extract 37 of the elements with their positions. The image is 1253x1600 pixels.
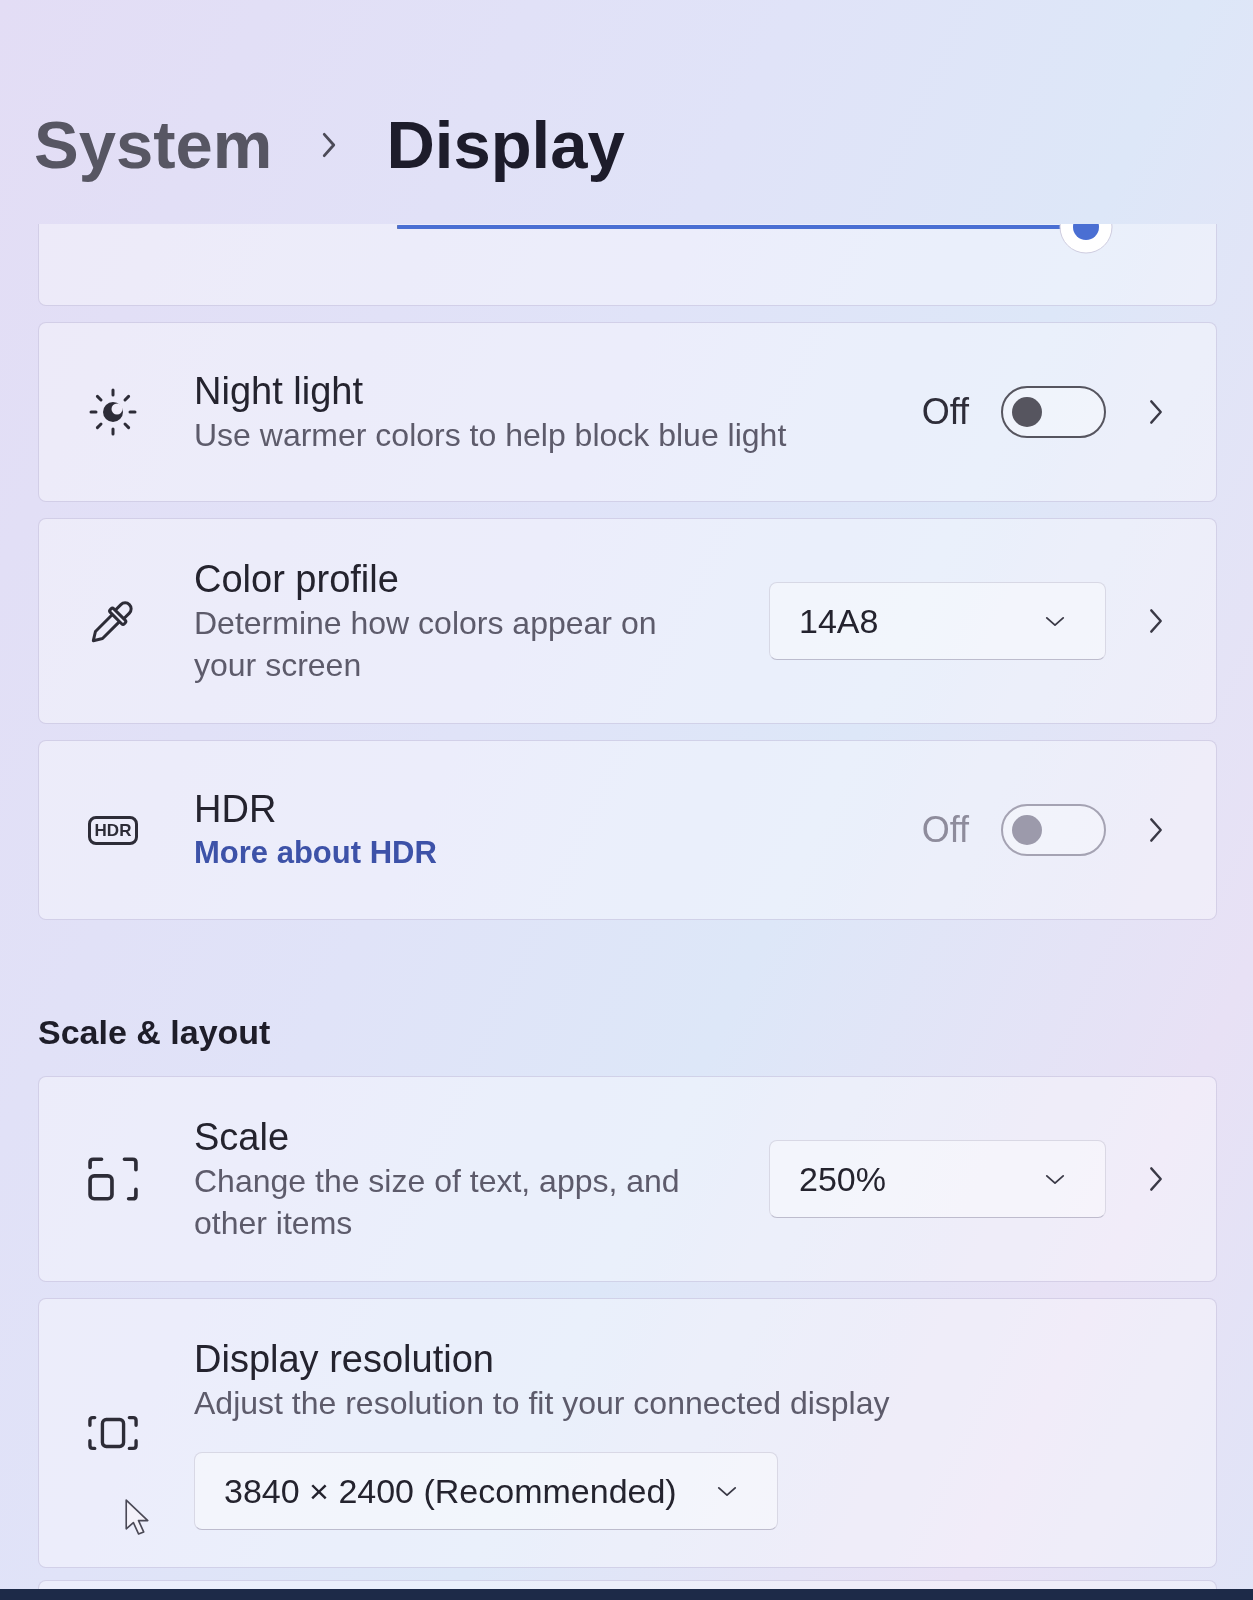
breadcrumb-parent[interactable]: System [34,106,273,183]
setting-title: Scale [194,1115,290,1160]
more-info-link[interactable]: More about HDR [194,832,437,874]
chevron-right-icon [1148,1166,1164,1192]
chevron-right-icon [321,132,338,158]
toggle-state-label: Off [921,809,969,851]
dropdown-select[interactable]: 14A8 [769,582,1106,660]
toggle-switch[interactable] [1001,386,1106,438]
setting-description: Use warmer colors to help block blue light [194,416,787,455]
page-title: Display [386,106,625,183]
setting-title: Display resolution [194,1337,494,1382]
chevron-right-icon [1148,399,1164,425]
settings-card[interactable]: Night light Use warmer colors to help block blue light Off [38,322,1217,502]
sun-icon [89,388,137,436]
mouse-pointer-icon [124,1498,150,1536]
settings-card[interactable]: Color profile Determine how colors appear on your screen 14A8 [38,518,1217,724]
section-heading: Scale & layout [38,1012,272,1053]
chevron-down-icon [1045,1173,1065,1185]
setting-description: Change the size of text, apps, and other items [194,1162,681,1243]
setting-title: Night light [194,369,363,414]
hdr-icon: HDR [87,815,139,845]
chevron-down-icon [1045,615,1065,627]
chevron-down-icon [716,1485,737,1497]
resolution-icon [88,1414,138,1452]
scale-icon [88,1156,138,1202]
setting-title: Color profile [194,557,399,602]
setting-description: Adjust the resolution to fit your connected display [194,1384,890,1423]
dropdown-select[interactable]: 3840 × 2400 (Recommended) [194,1452,778,1530]
setting-title: HDR [194,787,277,832]
toggle-state-label: Off [921,391,969,433]
eyedropper-icon [90,598,136,644]
settings-card[interactable]: Scale Change the size of text, apps, and other items 250% [38,1076,1217,1282]
setting-description: Determine how colors appear on your screen [194,604,658,685]
dropdown-select[interactable]: 250% [769,1140,1106,1218]
chevron-right-icon [1148,608,1164,634]
chevron-right-icon [1148,817,1164,843]
slider-thumb[interactable] [1059,224,1113,254]
